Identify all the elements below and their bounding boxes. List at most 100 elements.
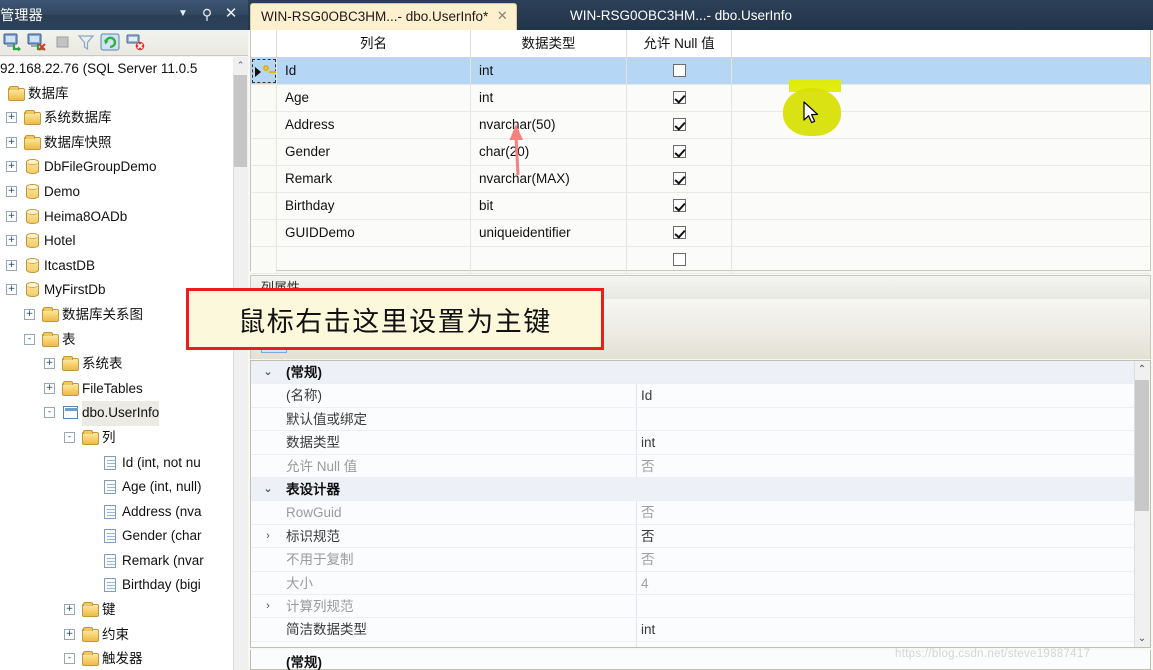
expand-icon[interactable]: + [24,308,35,320]
cell-data-type[interactable] [471,247,627,273]
property-value[interactable]: 否 [641,548,655,571]
cell-allow-nulls[interactable] [627,166,732,192]
collapse-icon[interactable]: ⌄ [261,478,275,501]
row-header-cell[interactable] [251,58,277,84]
tree-node[interactable]: Id (int, not nu [0,451,248,476]
expand-icon[interactable]: + [44,358,55,370]
tab-close-icon[interactable]: ✕ [495,9,509,23]
tree-node[interactable]: - dbo.UserInfo [0,401,248,426]
designer-header-column-name[interactable]: 列名 [277,30,471,57]
expand-icon[interactable]: + [44,382,55,394]
cell-column-name[interactable]: Remark [277,166,471,192]
tree-node[interactable]: + Demo [0,180,248,205]
row-header-cell[interactable] [251,166,277,192]
connect-icon[interactable] [2,33,24,53]
property-category-row[interactable]: ⌄ (常规) [251,361,1150,385]
close-icon[interactable]: ✕ [220,3,242,25]
allow-nulls-checkbox[interactable] [672,91,686,104]
property-row[interactable]: 数据类型 int [251,431,1150,455]
tree-node[interactable]: + 键 [0,598,248,623]
cell-data-type[interactable]: bit [471,193,627,219]
designer-header-allow-nulls[interactable]: 允许 Null 值 [627,30,732,57]
tree-node[interactable]: + ItcastDB [0,254,248,279]
tab-userinfo[interactable]: WIN-RSG0OBC3HM...- dbo.UserInfo [560,3,802,30]
tree-node[interactable]: Address (nva [0,500,248,525]
filter-icon[interactable] [76,33,98,53]
cell-allow-nulls[interactable] [627,85,732,111]
tree-node[interactable]: -列 [0,426,248,451]
collapse-icon[interactable]: - [24,333,35,345]
tree-node[interactable]: + Heima8OADb [0,205,248,230]
row-header-cell[interactable] [251,85,277,111]
tab-userinfo-modified[interactable]: WIN-RSG0OBC3HM...- dbo.UserInfo* ✕ [250,3,518,30]
row-header-cell[interactable] [251,247,277,273]
expand-icon[interactable]: + [6,210,17,222]
properties-scrollbar-thumb[interactable] [1135,380,1149,511]
tree-node[interactable]: + Hotel [0,229,248,254]
pin-icon[interactable]: ⚲ [196,3,218,25]
property-row[interactable]: 允许 Null 值 否 [251,455,1150,478]
cell-column-name[interactable] [277,247,471,273]
cell-column-name[interactable]: GUIDDemo [277,220,471,246]
allow-nulls-checkbox[interactable] [672,118,686,131]
property-row[interactable]: 大小 4 [251,572,1150,595]
allow-nulls-checkbox[interactable] [672,64,686,77]
property-value[interactable]: 否 [641,501,655,524]
tree-node[interactable]: + 约束 [0,623,248,648]
allow-nulls-checkbox[interactable] [672,172,686,185]
tree-scroll-up-button[interactable]: ⌃ [233,57,248,73]
allow-nulls-checkbox[interactable] [672,199,686,212]
property-value[interactable]: 否 [641,525,655,548]
cell-column-name[interactable]: Gender [277,139,471,165]
tree-node[interactable]: - 触发器 [0,647,248,670]
expand-icon[interactable]: + [6,259,17,271]
expand-icon[interactable]: + [6,161,17,173]
allow-nulls-checkbox[interactable] [672,226,686,239]
designer-row[interactable]: GUIDDemo uniqueidentifier [251,220,1150,247]
tree-node[interactable]: + 系统数据库 [0,106,248,131]
tree-node[interactable]: + FileTables [0,377,248,402]
property-row[interactable]: RowGuid 否 [251,501,1150,525]
property-row[interactable]: › 标识规范 否 [251,525,1150,549]
chevron-down-icon[interactable]: ▼ [172,3,194,25]
expand-icon[interactable]: › [261,595,275,618]
row-header-cell[interactable] [251,139,277,165]
cell-allow-nulls[interactable] [627,247,732,273]
designer-row[interactable]: Address nvarchar(50) [251,112,1150,139]
expand-icon[interactable]: › [261,525,275,548]
cell-allow-nulls[interactable] [627,220,732,246]
tree-node[interactable]: + DbFileGroupDemo [0,155,248,180]
disconnect-icon[interactable] [26,33,48,53]
property-row[interactable]: › 计算列规范 [251,595,1150,619]
cell-allow-nulls[interactable] [627,58,732,84]
cell-data-type[interactable]: nvarchar(50) [471,112,627,138]
property-value[interactable]: int [641,431,655,454]
allow-nulls-checkbox[interactable] [672,145,686,158]
property-row[interactable]: (名称) Id [251,384,1150,408]
designer-row[interactable]: Gender char(20) [251,139,1150,166]
cell-column-name[interactable]: Id [277,58,471,84]
refresh-icon[interactable] [100,33,122,53]
expand-icon[interactable]: + [6,136,17,148]
property-value[interactable]: 4 [641,572,649,595]
cell-allow-nulls[interactable] [627,139,732,165]
tree-node[interactable]: Age (int, null) [0,475,248,500]
collapse-icon[interactable]: - [44,407,55,419]
cell-allow-nulls[interactable] [627,193,732,219]
collapse-icon[interactable]: - [64,653,75,665]
cell-data-type[interactable]: char(20) [471,139,627,165]
stop-icon[interactable] [52,33,74,53]
tree-node[interactable]: 92.168.22.76 (SQL Server 11.0.5 [0,57,248,82]
property-value[interactable]: 否 [641,455,655,478]
cell-column-name[interactable]: Address [277,112,471,138]
allow-nulls-checkbox[interactable] [672,253,686,266]
designer-header-data-type[interactable]: 数据类型 [471,30,627,57]
expand-icon[interactable]: + [6,185,17,197]
designer-row[interactable]: Remark nvarchar(MAX) [251,166,1150,193]
expand-icon[interactable]: + [6,284,17,296]
cell-data-type[interactable]: nvarchar(MAX) [471,166,627,192]
tree-node[interactable]: Birthday (bigi [0,573,248,598]
tree-node[interactable]: + 数据库快照 [0,131,248,156]
disconnect-all-icon[interactable] [126,33,148,53]
designer-row[interactable]: Birthday bit [251,193,1150,220]
